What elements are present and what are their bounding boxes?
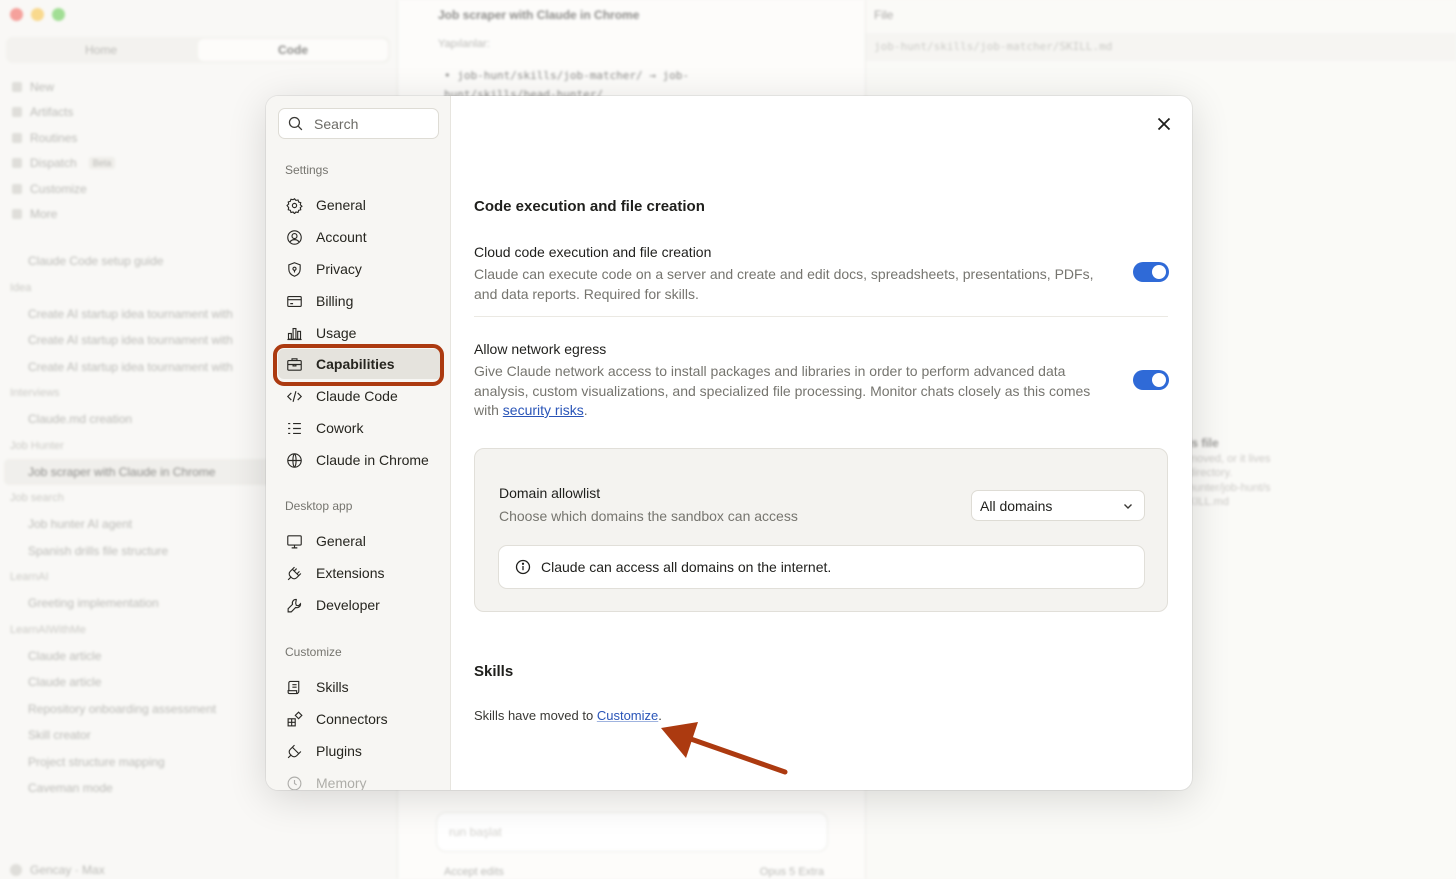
shield-icon bbox=[288, 261, 301, 277]
chevron-down-icon bbox=[1124, 503, 1132, 509]
sidebar-item-account[interactable]: Account bbox=[278, 222, 443, 252]
globe-icon bbox=[287, 452, 302, 468]
sidebar-item-connectors[interactable]: Connectors bbox=[278, 704, 443, 734]
settings-sidebar: Search Settings General Account Privacy … bbox=[266, 96, 451, 790]
search-input[interactable]: Search bbox=[278, 108, 439, 139]
sidebar-item-privacy[interactable]: Privacy bbox=[278, 254, 443, 284]
checklist-icon bbox=[288, 422, 301, 434]
network-egress-desc: Give Claude network access to install pa… bbox=[474, 363, 1091, 418]
plug-icon bbox=[287, 566, 302, 580]
customize-link[interactable]: Customize bbox=[597, 708, 658, 723]
sidebar-item-billing[interactable]: Billing bbox=[278, 286, 443, 316]
network-egress-toggle[interactable] bbox=[1133, 370, 1169, 390]
cloud-execution-toggle[interactable] bbox=[1133, 262, 1169, 282]
monitor-icon bbox=[287, 534, 302, 548]
domain-info-box: Claude can access all domains on the int… bbox=[498, 545, 1145, 589]
sidebar-item-plugins[interactable]: Plugins bbox=[278, 736, 443, 766]
close-icon bbox=[1157, 117, 1171, 131]
wrench-icon bbox=[287, 598, 302, 612]
section-title-skills: Skills bbox=[474, 663, 514, 680]
customize-section-header: Customize bbox=[285, 645, 342, 659]
bar-chart-icon bbox=[287, 327, 302, 340]
sidebar-item-cowork[interactable]: Cowork bbox=[278, 413, 443, 443]
sidebar-item-extensions[interactable]: Extensions bbox=[278, 558, 443, 588]
network-egress-title: Allow network egress bbox=[474, 341, 607, 357]
sidebar-item-desktop-general[interactable]: General bbox=[278, 526, 443, 556]
search-placeholder: Search bbox=[314, 115, 359, 132]
search-icon bbox=[288, 116, 303, 131]
cloud-execution-desc: Claude can execute code on a server and … bbox=[474, 266, 1094, 302]
close-button[interactable] bbox=[1154, 114, 1174, 134]
domain-allowlist-desc: Choose which domains the sandbox can acc… bbox=[499, 508, 798, 524]
gear-icon bbox=[286, 197, 303, 214]
domain-allowlist-panel: Domain allowlist Choose which domains th… bbox=[474, 448, 1168, 612]
sidebar-item-claude-in-chrome[interactable]: Claude in Chrome bbox=[278, 445, 443, 475]
domain-allowlist-select[interactable]: All domains bbox=[971, 490, 1145, 521]
grid-icon bbox=[287, 710, 303, 726]
skills-moved-text: Skills have moved to Customize. bbox=[474, 708, 662, 723]
memory-icon bbox=[287, 776, 302, 790]
desktop-section-header: Desktop app bbox=[285, 499, 353, 513]
section-title-code-execution: Code execution and file creation bbox=[474, 198, 705, 215]
sidebar-item-developer[interactable]: Developer bbox=[278, 590, 443, 620]
credit-card-icon bbox=[287, 295, 302, 307]
scroll-icon bbox=[287, 680, 300, 694]
divider bbox=[474, 316, 1168, 317]
sidebar-item-memory[interactable]: Memory bbox=[278, 768, 443, 790]
settings-section-header: Settings bbox=[285, 163, 329, 177]
sidebar-item-skills[interactable]: Skills bbox=[278, 672, 443, 702]
domain-allowlist-title: Domain allowlist bbox=[499, 485, 601, 501]
settings-modal: Search Settings General Account Privacy … bbox=[266, 96, 1192, 790]
security-risks-link[interactable]: security risks bbox=[503, 402, 584, 418]
sidebar-item-general[interactable]: General bbox=[278, 190, 443, 220]
capabilities-annotation-highlight bbox=[273, 344, 444, 386]
plug-icon bbox=[287, 744, 302, 758]
user-circle-icon bbox=[287, 229, 302, 245]
info-icon bbox=[515, 559, 531, 575]
cloud-execution-title: Cloud code execution and file creation bbox=[474, 244, 712, 260]
code-icon bbox=[286, 390, 303, 402]
